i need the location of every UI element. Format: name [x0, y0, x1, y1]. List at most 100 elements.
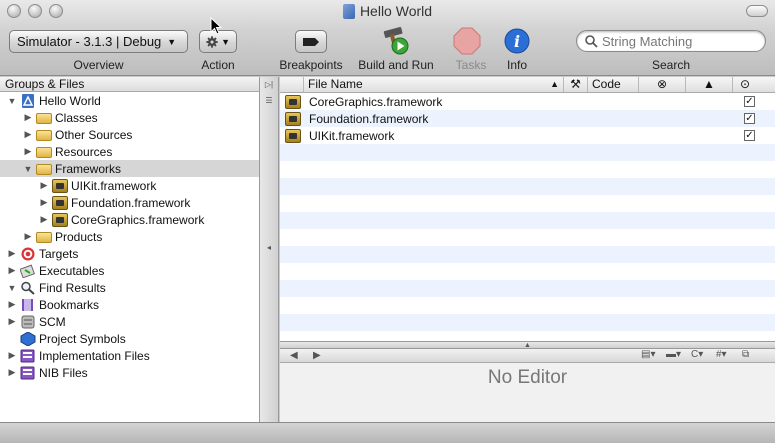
framework-icon	[52, 178, 68, 193]
disclosure-closed-icon[interactable]: ▶	[6, 299, 18, 310]
list-options-icon[interactable]: ☰	[263, 95, 275, 106]
error-icon: ⊗	[656, 77, 668, 91]
file-list: CoreGraphics.framework ✓ Foundation.framew…	[280, 93, 775, 341]
function-popup-icon[interactable]: ▬▾	[666, 349, 681, 360]
groups-and-files-pane: Groups & Files ▼ Hello World ▶ Classes ▶ Othe…	[0, 77, 260, 422]
sidebar-item-executables[interactable]: ▶ Executables	[0, 262, 259, 279]
target-membership-icon: ⊙	[739, 77, 751, 91]
back-arrow-icon[interactable]: ◀	[290, 350, 298, 361]
column-icon[interactable]	[280, 77, 304, 92]
search-field[interactable]	[576, 30, 766, 52]
folder-icon	[36, 113, 52, 124]
disclosure-closed-icon[interactable]: ▶	[38, 197, 50, 208]
hammer-small-icon: ⚒	[570, 77, 581, 91]
sidebar-item-hello-world[interactable]: ▼ Hello World	[0, 92, 259, 109]
info-icon: i	[504, 28, 530, 54]
disclosure-open-icon[interactable]: ▼	[6, 96, 18, 106]
target-checkbox[interactable]: ✓	[744, 130, 755, 141]
framework-icon	[285, 128, 301, 143]
sidebar-item-label: CoreGraphics.framework	[71, 212, 205, 227]
split-editor-icon[interactable]: ⧉	[742, 349, 749, 360]
disclosure-open-icon[interactable]: ▼	[22, 164, 34, 174]
includes-popup-icon[interactable]: #▾	[716, 349, 727, 360]
sidebar-item-other-sources[interactable]: ▶ Other Sources	[0, 126, 259, 143]
disclosure-closed-icon[interactable]: ▶	[22, 231, 34, 242]
column-errors[interactable]: ⊗	[639, 77, 686, 92]
empty-row	[280, 161, 775, 178]
folder-icon	[36, 164, 52, 175]
empty-row	[280, 178, 775, 195]
stop-icon	[453, 27, 481, 55]
sidebar-item-find-results[interactable]: ▼ Find Results	[0, 279, 259, 296]
sidebar-item-bookmarks[interactable]: ▶ Bookmarks	[0, 296, 259, 313]
sidebar-item-label: Targets	[39, 246, 79, 261]
sidebar-item-resources[interactable]: ▶ Resources	[0, 143, 259, 160]
file-history-icon[interactable]: ▤▾	[641, 349, 655, 360]
build-and-run-button[interactable]	[380, 26, 412, 56]
column-warnings[interactable]: ▲	[686, 77, 733, 92]
breakpoints-button[interactable]	[295, 30, 327, 53]
toggle-detail-icon[interactable]: ▷|	[263, 79, 275, 90]
disclosure-open-icon[interactable]: ▼	[6, 283, 18, 293]
disclosure-closed-icon[interactable]: ▶	[22, 146, 34, 157]
hammer-icon	[383, 26, 409, 55]
disclosure-closed-icon[interactable]: ▶	[22, 129, 34, 140]
sidebar-item-label: Resources	[55, 144, 113, 159]
editor-splitter[interactable]: ▲	[280, 341, 775, 349]
disclosure-closed-icon[interactable]: ▶	[6, 367, 18, 378]
tasks-button[interactable]	[453, 27, 481, 55]
column-build-status[interactable]: ⚒	[564, 77, 588, 92]
column-code[interactable]: Code	[588, 77, 639, 92]
sidebar-item-uikit-framework[interactable]: ▶ UIKit.framework	[0, 177, 259, 194]
sidebar-item-products[interactable]: ▶ Products	[0, 228, 259, 245]
groups-header: Groups & Files	[0, 77, 259, 92]
column-target[interactable]: ⊙	[733, 77, 757, 92]
class-popup-icon[interactable]: C▾	[691, 349, 703, 360]
disclosure-closed-icon[interactable]: ▶	[38, 180, 50, 191]
search-input[interactable]	[602, 33, 762, 49]
disclosure-closed-icon[interactable]: ▶	[6, 248, 18, 259]
sidebar-item-targets[interactable]: ▶ Targets	[0, 245, 259, 262]
sidebar-item-foundation-framework[interactable]: ▶ Foundation.framework	[0, 194, 259, 211]
status-bar	[0, 422, 775, 443]
disclosure-closed-icon[interactable]: ▶	[22, 112, 34, 123]
groups-tree: ▼ Hello World ▶ Classes ▶ Other Sources ▶ Resou…	[0, 92, 259, 381]
disclosure-closed-icon[interactable]: ▶	[6, 350, 18, 361]
info-button[interactable]: i	[504, 28, 530, 54]
target-checkbox[interactable]: ✓	[744, 113, 755, 124]
sidebar-item-coregraphics-framework[interactable]: ▶ CoreGraphics.framework	[0, 211, 259, 228]
sidebar-item-classes[interactable]: ▶ Classes	[0, 109, 259, 126]
folder-icon	[36, 232, 52, 243]
sidebar-item-label: SCM	[39, 314, 66, 329]
disclosure-closed-icon[interactable]: ▶	[6, 316, 18, 327]
sidebar-item-implementation-files[interactable]: ▶ Implementation Files	[0, 347, 259, 364]
file-list-row[interactable]: UIKit.framework ✓	[280, 127, 775, 144]
sidebar-item-scm[interactable]: ▶ SCM	[0, 313, 259, 330]
target-checkbox[interactable]: ✓	[744, 96, 755, 107]
forward-arrow-icon[interactable]: ▶	[313, 350, 321, 361]
empty-row	[280, 246, 775, 263]
sidebar-item-label: Foundation.framework	[71, 195, 191, 210]
pane-splitter[interactable]: ▷| ☰ ◂	[260, 77, 279, 422]
column-file-name[interactable]: File Name ▲	[304, 77, 564, 92]
empty-row	[280, 144, 775, 161]
sidebar-item-label: Find Results	[39, 280, 106, 295]
file-list-row[interactable]: Foundation.framework ✓	[280, 110, 775, 127]
empty-row	[280, 229, 775, 246]
svg-text:i: i	[514, 32, 520, 51]
disclosure-closed-icon[interactable]: ▶	[38, 214, 50, 225]
bookmark-icon	[20, 298, 36, 312]
warning-icon: ▲	[703, 77, 715, 91]
splitter-handle-icon[interactable]: ◂	[263, 242, 275, 253]
overview-popup[interactable]: Simulator - 3.1.3 | Debug ▼	[9, 30, 188, 53]
disclosure-closed-icon[interactable]: ▶	[6, 265, 18, 276]
empty-row	[280, 280, 775, 297]
file-list-row[interactable]: CoreGraphics.framework ✓	[280, 93, 775, 110]
sidebar-item-project-symbols[interactable]: Project Symbols	[0, 330, 259, 347]
editor-area[interactable]: No Editor	[280, 363, 775, 422]
sidebar-item-frameworks[interactable]: ▼ Frameworks	[0, 160, 259, 177]
tasks-label: Tasks	[455, 58, 487, 72]
sidebar-item-label: Hello World	[39, 93, 101, 108]
toolbar-toggle-button[interactable]	[746, 5, 768, 17]
sidebar-item-nib-files[interactable]: ▶ NIB Files	[0, 364, 259, 381]
